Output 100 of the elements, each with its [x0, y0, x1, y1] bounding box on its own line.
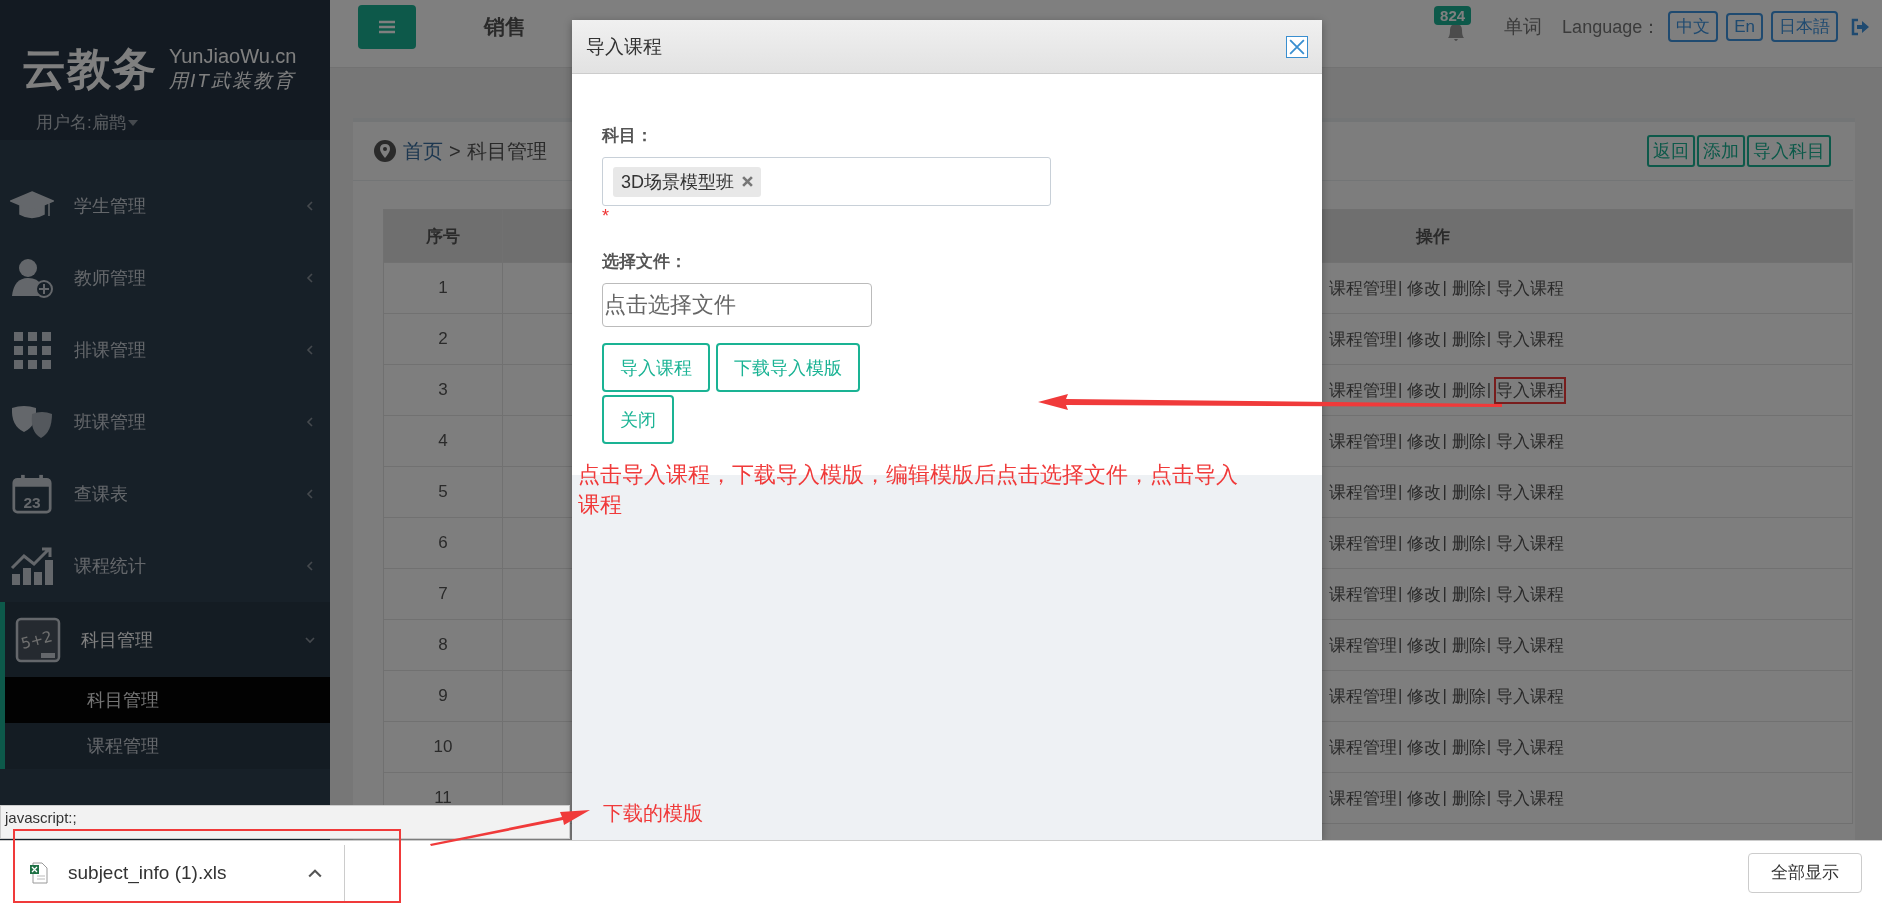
link-separator: |: [1486, 482, 1492, 502]
link-separator: |: [1486, 278, 1492, 298]
link-separator: |: [1486, 737, 1492, 757]
user-menu[interactable]: 用户名:扁鹊: [36, 111, 138, 134]
toolbar-button[interactable]: 添加: [1697, 135, 1745, 167]
sidebar-subitem[interactable]: 科目管理: [5, 677, 330, 723]
action-link[interactable]: 课程管理: [1329, 429, 1397, 453]
action-link[interactable]: 课程管理: [1329, 684, 1397, 708]
link-separator: |: [1486, 380, 1492, 400]
words-link[interactable]: 单词: [1504, 13, 1543, 40]
action-link[interactable]: 删除: [1451, 276, 1486, 300]
dialog-button[interactable]: 关闭: [602, 395, 674, 444]
language-button[interactable]: 日本語: [1771, 11, 1838, 42]
annotation-note: 点击导入课程，下载导入模版，编辑模版后点击选择文件，点击导入课程: [578, 461, 1239, 519]
notification-badge: 824: [1434, 5, 1472, 25]
action-link[interactable]: 删除: [1451, 735, 1486, 759]
logout-icon[interactable]: [1850, 17, 1870, 36]
action-link[interactable]: 导入课程: [1496, 531, 1565, 555]
menu-button[interactable]: [358, 4, 416, 49]
sidebar-item[interactable]: 课程统计: [0, 530, 330, 602]
action-link[interactable]: 修改: [1407, 684, 1442, 708]
sidebar-item[interactable]: 班课管理: [0, 386, 330, 458]
chalkboard-icon: 5+2: [15, 616, 61, 663]
link-separator: |: [1486, 431, 1492, 451]
field-label: 科目：: [602, 125, 654, 147]
action-link[interactable]: 导入课程: [1496, 633, 1565, 657]
action-link[interactable]: 删除: [1451, 582, 1486, 606]
link-separator: |: [1442, 635, 1447, 655]
spreadsheet-file-icon: [30, 861, 48, 884]
breadcrumb-home-link[interactable]: 首页: [403, 137, 443, 165]
growth-chart-icon: [10, 546, 54, 586]
action-link[interactable]: 修改: [1407, 378, 1442, 402]
action-link[interactable]: 课程管理: [1329, 276, 1397, 300]
dialog-button[interactable]: 导入课程: [602, 343, 710, 392]
remove-icon[interactable]: [742, 176, 753, 187]
action-link[interactable]: 导入课程: [1496, 429, 1565, 453]
action-link[interactable]: 修改: [1407, 582, 1442, 606]
action-link[interactable]: 修改: [1407, 480, 1442, 504]
link-separator: |: [1398, 482, 1403, 502]
action-link[interactable]: 修改: [1407, 633, 1442, 657]
sidebar-item[interactable]: 23 查课表: [0, 458, 330, 530]
link-separator: |: [1486, 329, 1492, 349]
action-link[interactable]: 导入课程: [1496, 735, 1565, 759]
action-link[interactable]: 删除: [1451, 633, 1486, 657]
action-link[interactable]: 导入课程: [1496, 480, 1565, 504]
action-link[interactable]: 导入课程: [1496, 582, 1565, 606]
language-button[interactable]: 中文: [1668, 11, 1719, 42]
action-link[interactable]: 删除: [1451, 531, 1486, 555]
language-button[interactable]: En: [1726, 12, 1763, 41]
action-link[interactable]: 课程管理: [1329, 633, 1397, 657]
action-link[interactable]: 删除: [1451, 684, 1486, 708]
action-link[interactable]: 修改: [1407, 276, 1442, 300]
sidebar-item[interactable]: 5+2 科目管理: [5, 602, 330, 677]
action-link[interactable]: 删除: [1451, 327, 1486, 351]
action-link[interactable]: 课程管理: [1329, 735, 1397, 759]
chevron-icon: [304, 560, 316, 572]
action-link[interactable]: 修改: [1407, 429, 1442, 453]
action-link[interactable]: 导入课程: [1496, 378, 1565, 402]
link-separator: |: [1486, 686, 1492, 706]
action-link[interactable]: 导入课程: [1496, 327, 1565, 351]
sidebar-item[interactable]: 排课管理: [0, 314, 330, 386]
download-item[interactable]: subject_info (1).xls: [14, 844, 345, 901]
nav-tab[interactable]: 销售: [478, 11, 532, 42]
file-field[interactable]: 点击选择文件: [602, 283, 872, 327]
close-button[interactable]: [1286, 35, 1308, 58]
sidebar-item[interactable]: 学生管理: [0, 170, 330, 242]
caret-up-icon[interactable]: [308, 867, 322, 878]
action-link[interactable]: 导入课程: [1496, 786, 1565, 810]
action-link[interactable]: 课程管理: [1329, 378, 1397, 402]
link-separator: |: [1486, 788, 1492, 808]
link-separator: |: [1442, 278, 1447, 298]
link-separator: |: [1442, 431, 1447, 451]
action-link[interactable]: 修改: [1407, 735, 1442, 759]
action-link[interactable]: 课程管理: [1329, 786, 1397, 810]
action-link[interactable]: 课程管理: [1329, 582, 1397, 606]
action-link[interactable]: 修改: [1407, 786, 1442, 810]
action-link[interactable]: 修改: [1407, 327, 1442, 351]
action-link[interactable]: 导入课程: [1496, 276, 1565, 300]
subject-select[interactable]: 3D场景模型班: [602, 157, 1051, 206]
action-link[interactable]: 删除: [1451, 480, 1486, 504]
action-link[interactable]: 修改: [1407, 531, 1442, 555]
link-separator: |: [1398, 788, 1403, 808]
toolbar-button[interactable]: 导入科目: [1747, 135, 1831, 167]
toolbar-button[interactable]: 返回: [1647, 135, 1695, 167]
action-link[interactable]: 删除: [1451, 786, 1486, 810]
action-link[interactable]: 删除: [1451, 378, 1486, 402]
location-pin-icon: [373, 139, 397, 163]
action-link[interactable]: 课程管理: [1329, 327, 1397, 351]
action-link[interactable]: 删除: [1451, 429, 1486, 453]
sidebar-item[interactable]: 教师管理: [0, 242, 330, 314]
action-link[interactable]: 课程管理: [1329, 531, 1397, 555]
annotation-label: 下载的模版: [603, 801, 703, 826]
show-all-button[interactable]: 全部显示: [1748, 852, 1862, 893]
sidebar-subitem[interactable]: 课程管理: [5, 723, 330, 769]
required-mark: *: [602, 206, 610, 228]
action-link[interactable]: 导入课程: [1496, 684, 1565, 708]
chevron-icon: [304, 344, 316, 356]
caret-icon: [127, 119, 138, 126]
dialog-button[interactable]: 下载导入模版: [716, 343, 860, 392]
action-link[interactable]: 课程管理: [1329, 480, 1397, 504]
